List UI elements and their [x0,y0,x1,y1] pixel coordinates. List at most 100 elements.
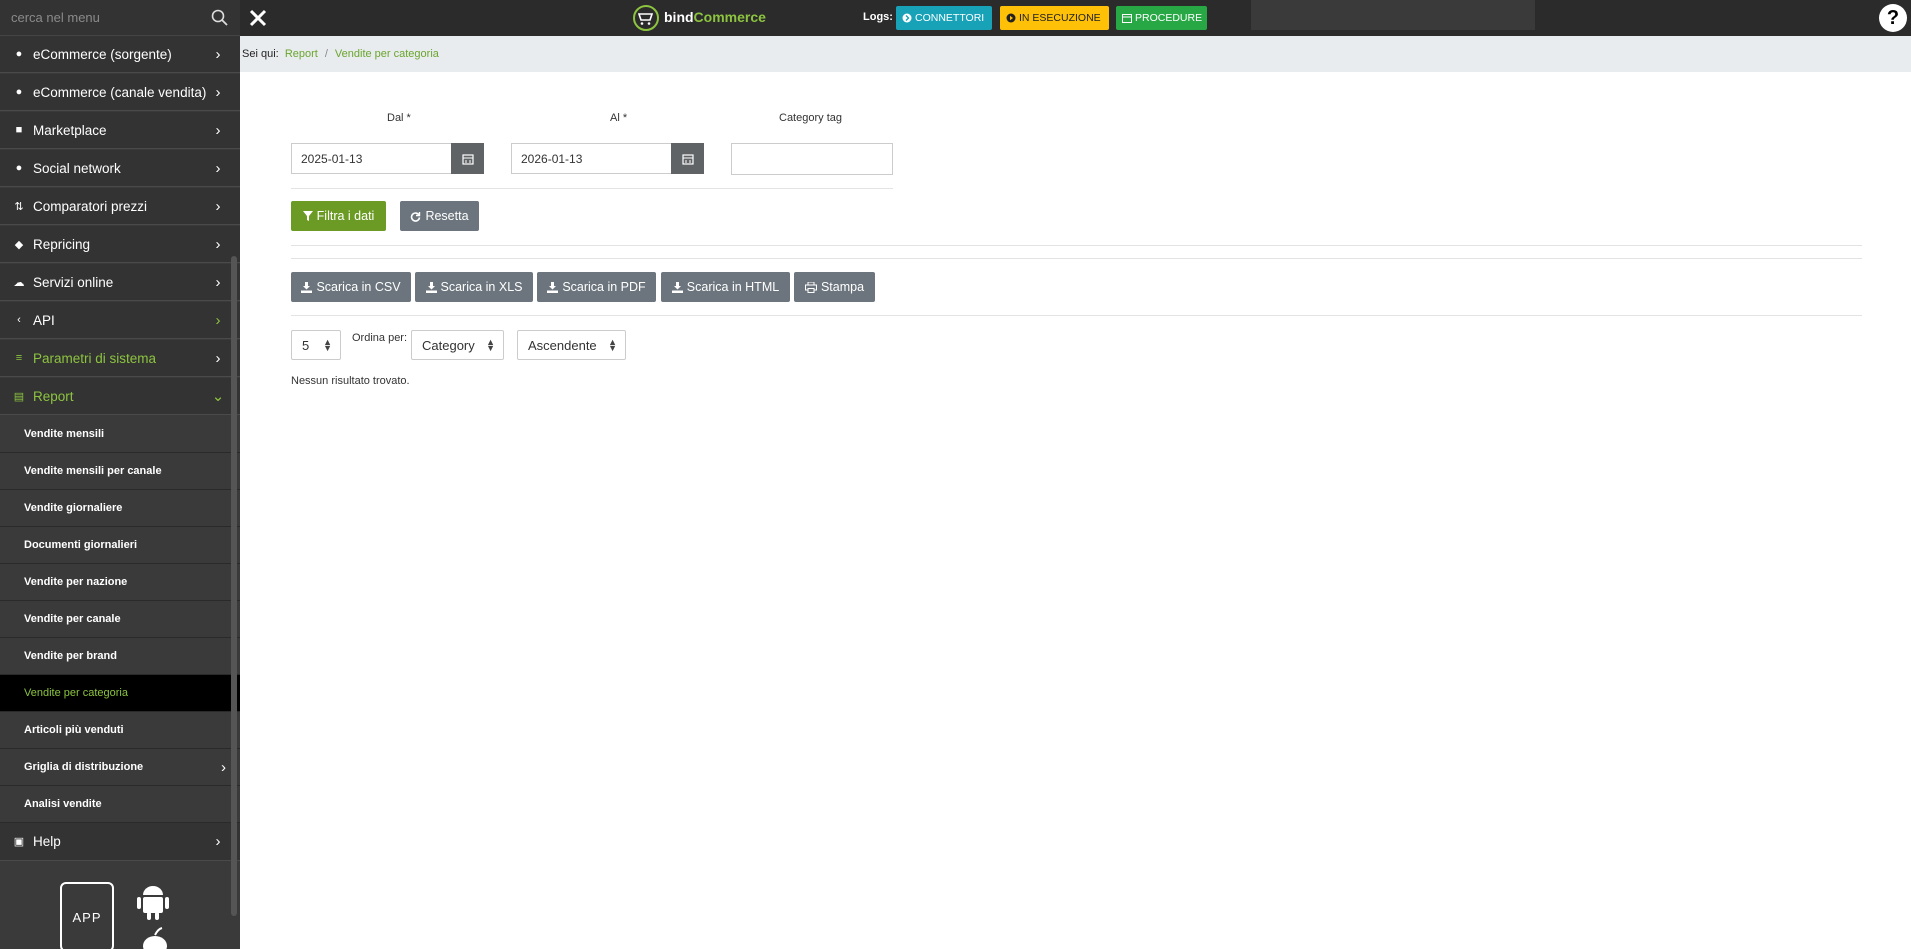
sliders-icon: ≡ [15,352,23,364]
app-label: APP [72,909,102,925]
section-divider-2 [291,258,1862,259]
sidebar-item-repricing[interactable]: ◆ Repricing › [0,226,240,263]
android-icon[interactable] [135,881,171,921]
breadcrumb-report-link[interactable]: Report [285,48,318,60]
filter-button[interactable]: Filtra i dati [291,201,386,231]
reset-button[interactable]: Resetta [400,201,479,231]
download-icon [425,281,437,293]
report-sub-documenti-giornalieri[interactable]: Documenti giornalieri [0,527,240,564]
bindcommerce-logo[interactable]: bindCommerce [632,4,766,32]
basket-icon: ● [15,86,23,98]
al-calendar-button[interactable] [671,143,704,174]
sidebar-item-ecommerce-sorgente[interactable]: ● eCommerce (sorgente) › [0,36,240,73]
users-icon: ● [15,162,23,174]
sidebar-item-comparatori[interactable]: ⇅ Comparatori prezzi › [0,188,240,225]
sub-item-label: Vendite per canale [24,613,121,625]
export-csv-button[interactable]: Scarica in CSV [291,272,411,302]
close-menu-icon[interactable] [246,6,270,30]
logs-label: Logs: [863,11,893,23]
filter-label: Filtra i dati [316,209,375,223]
in-esecuzione-log-button[interactable]: IN ESECUZIONE [1000,6,1109,30]
sidebar-item-label: Servizi online [33,274,114,290]
sidebar-item-parametri[interactable]: ≡ Parametri di sistema › [0,340,240,377]
sidebar-item-label: eCommerce (sorgente) [33,46,172,62]
search-icon[interactable] [210,8,230,28]
sidebar-item-api[interactable]: ‹ API › [0,302,240,339]
in-esecuzione-label: IN ESECUZIONE [1019,12,1101,24]
no-results-message: Nessun risultato trovato. [291,375,410,387]
sort-arrows-icon: ▲ ▼ [608,337,617,353]
play-circle-icon [1006,13,1016,23]
report-sub-vendite-nazione[interactable]: Vendite per nazione [0,564,240,601]
sub-item-label: Vendite per nazione [24,576,128,588]
al-date-input[interactable]: 2026-01-13 [511,143,671,174]
category-tag-input[interactable] [731,143,893,175]
print-label: Stampa [820,280,865,294]
procedure-log-button[interactable]: PROCEDURE [1116,6,1207,30]
connettori-log-button[interactable]: CONNETTORI [896,6,992,30]
download-icon [547,281,559,293]
chevron-right-icon: › [215,235,221,253]
sub-item-label: Analisi vendite [24,798,102,810]
sub-item-label: Vendite mensili per canale [24,465,162,477]
chevron-right-icon: › [215,83,221,101]
order-direction-value: Ascendente [528,337,597,353]
sidebar-item-label: API [33,312,55,328]
export-csv-label: Scarica in CSV [316,280,401,294]
logo-text-commerce: Commerce [693,9,766,25]
download-icon [671,281,683,293]
refresh-icon [410,211,421,222]
report-sub-griglia-distribuzione[interactable]: Griglia di distribuzione › [0,749,240,786]
category-tag-label: Category tag [779,112,842,124]
calendar-icon [461,153,474,165]
report-sub-vendite-brand[interactable]: Vendite per brand [0,638,240,675]
report-sub-vendite-categoria[interactable]: Vendite per categoria [0,675,240,712]
export-pdf-label: Scarica in PDF [562,280,646,294]
chevron-right-icon: › [215,159,221,177]
report-sub-vendite-canale[interactable]: Vendite per canale [0,601,240,638]
dal-date-input[interactable]: 2025-01-13 [291,143,451,174]
question-icon: ▣ [13,836,25,848]
sidebar-item-marketplace[interactable]: ■ Marketplace › [0,112,240,149]
sidebar-item-ecommerce-canale[interactable]: ● eCommerce (canale vendita) › [0,74,240,111]
menu-search-input[interactable] [0,0,205,35]
export-xls-button[interactable]: Scarica in XLS [415,272,533,302]
report-sub-articoli-venduti[interactable]: Articoli più venduti [0,712,240,749]
sub-item-label: Vendite per categoria [24,687,128,699]
chevron-down-icon: ⌄ [211,388,225,405]
report-sub-analisi-vendite[interactable]: Analisi vendite [0,786,240,823]
export-pdf-button[interactable]: Scarica in PDF [537,272,656,302]
order-field-select[interactable]: Category ▲ ▼ [411,330,504,360]
report-sub-vendite-mensili[interactable]: Vendite mensili [0,416,240,453]
export-html-button[interactable]: Scarica in HTML [661,272,790,302]
sidebar-item-servizi-online[interactable]: ☁ Servizi online › [0,264,240,301]
page-size-value: 5 [302,337,310,353]
menu-search [0,0,240,36]
app-box[interactable]: APP [60,882,114,949]
dal-calendar-button[interactable] [451,143,484,174]
sidebar-scrollbar[interactable] [231,256,237,916]
print-icon [804,281,817,293]
apple-icon[interactable] [140,926,170,949]
sidebar-item-label: Parametri di sistema [33,350,157,366]
sidebar-item-social-network[interactable]: ● Social network › [0,150,240,187]
chevron-right-icon: › [215,197,221,215]
report-sub-vendite-giornaliere[interactable]: Vendite giornaliere [0,490,240,527]
help-icon[interactable]: ? [1879,4,1907,32]
sidebar-item-help[interactable]: ▣ Help › [0,823,240,861]
sidebar-item-label: Repricing [33,236,91,252]
logo-text-bind: bind [664,9,694,25]
procedure-label: PROCEDURE [1135,12,1203,24]
order-direction-select[interactable]: Ascendente ▲ ▼ [517,330,626,360]
breadcrumb-current: Vendite per categoria [334,48,439,60]
download-icon [301,281,313,293]
report-sub-vendite-mensili-canale[interactable]: Vendite mensili per canale [0,453,240,490]
print-button[interactable]: Stampa [794,272,875,302]
sub-item-label: Vendite mensili [24,428,105,440]
page-size-select[interactable]: 5 ▲ ▼ [291,330,341,360]
breadcrumb: Sei qui: Report / Vendite per categoria [240,36,1911,72]
export-xls-label: Scarica in XLS [440,280,523,294]
sidebar-item-report[interactable]: ▤ Report ⌄ [0,378,240,415]
filter-icon [302,211,313,221]
circle-arrow-icon [902,13,912,23]
